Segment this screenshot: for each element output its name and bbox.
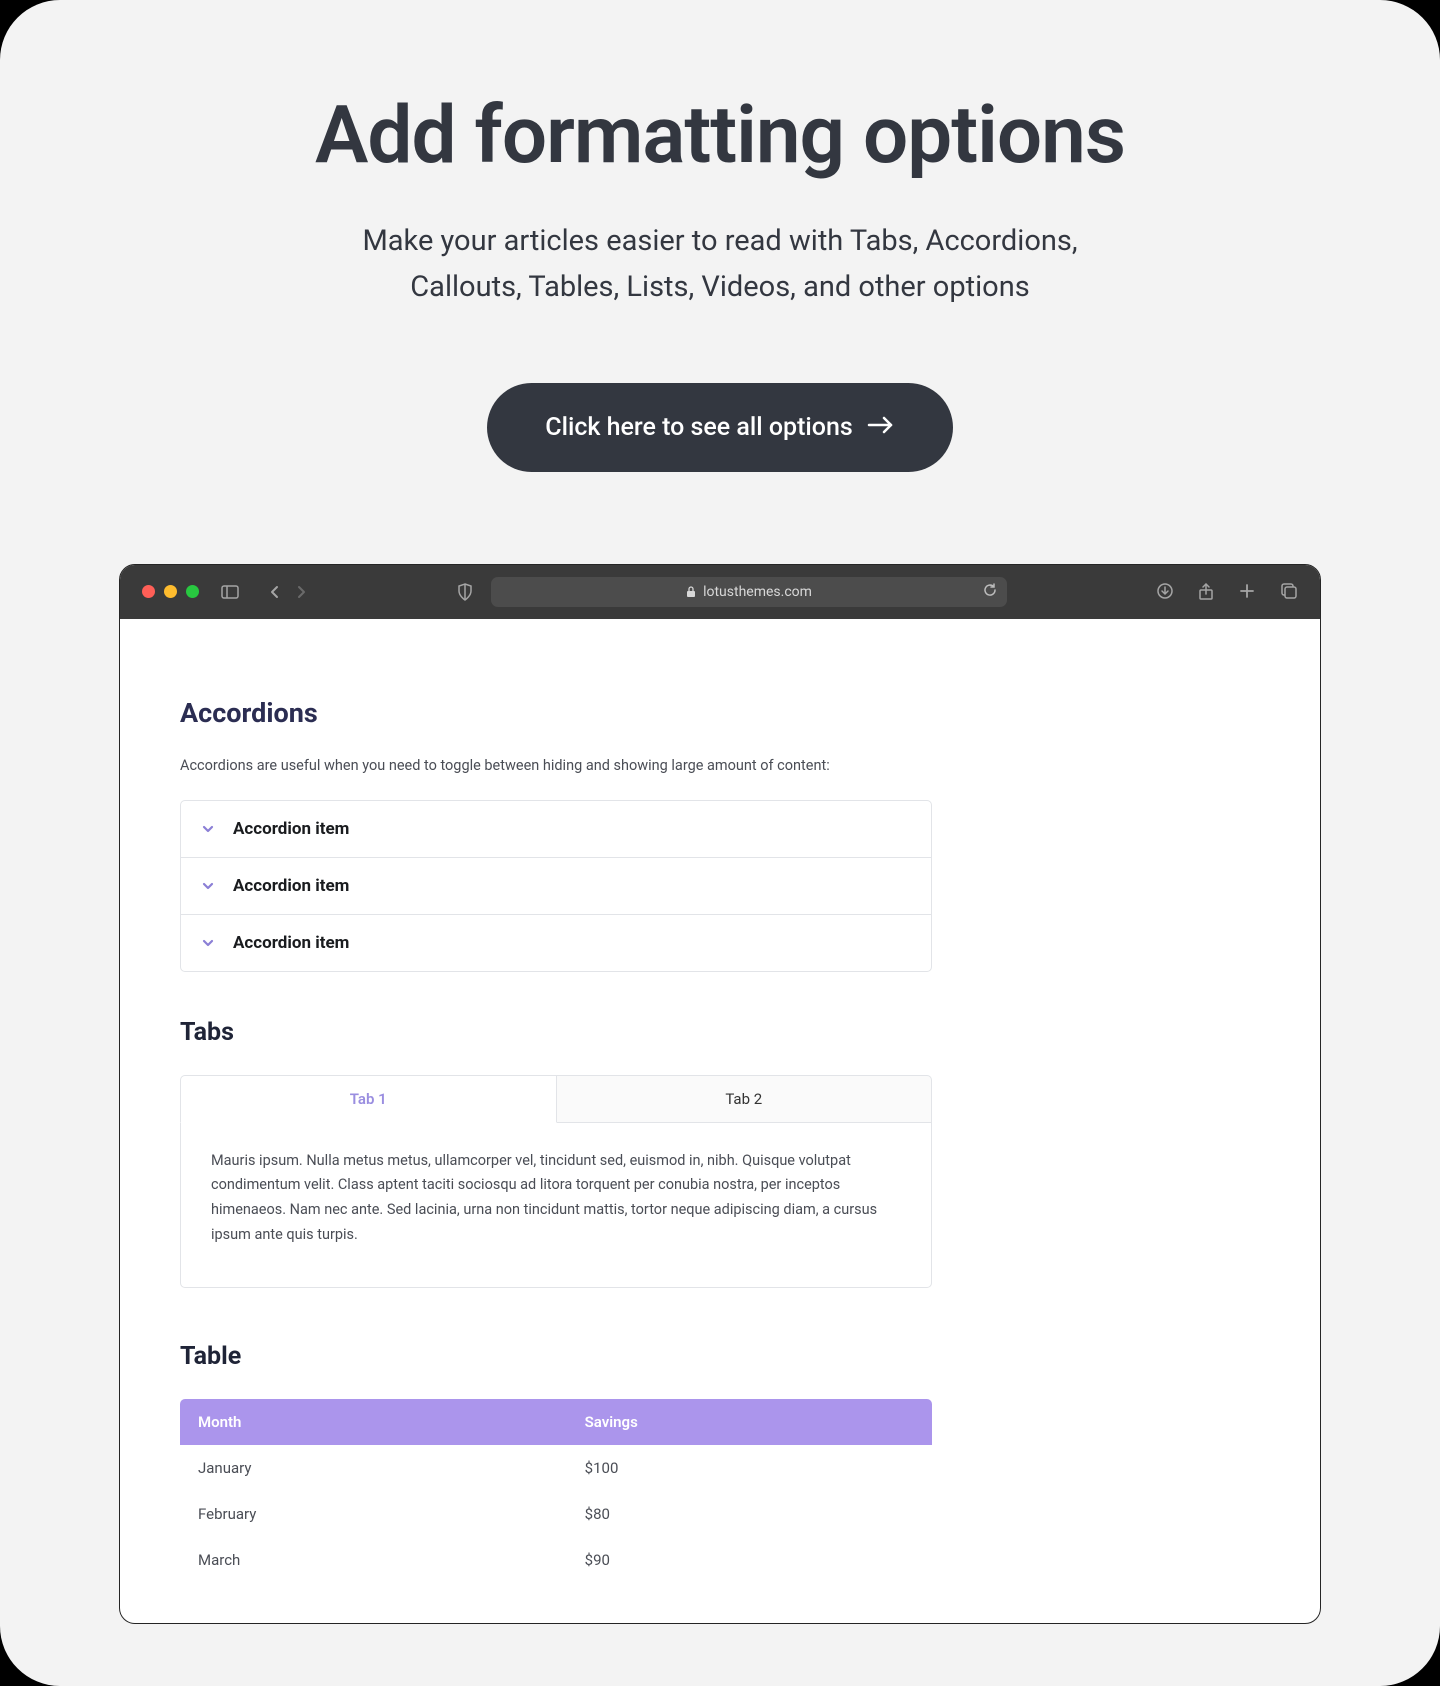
- arrow-right-icon: [867, 413, 895, 442]
- privacy-shield-icon[interactable]: [457, 583, 473, 601]
- tab-2[interactable]: Tab 2: [557, 1075, 933, 1123]
- accordion-item-label: Accordion item: [233, 876, 349, 896]
- accordion-list: Accordion item Accordion item Accordion …: [180, 800, 932, 972]
- data-table: Month Savings January $100 February $80 …: [180, 1399, 932, 1583]
- lock-icon: [686, 586, 696, 598]
- accordions-description: Accordions are useful when you need to t…: [180, 757, 1260, 774]
- browser-toolbar: lotusthemes.com: [120, 565, 1320, 619]
- accordion-item[interactable]: Accordion item: [181, 801, 931, 857]
- table-cell: January: [180, 1445, 567, 1491]
- accordion-item[interactable]: Accordion item: [181, 914, 931, 971]
- share-icon[interactable]: [1199, 583, 1213, 601]
- table-cell: $100: [567, 1445, 932, 1491]
- cta-label: Click here to see all options: [545, 413, 853, 442]
- table-header-savings: Savings: [567, 1399, 932, 1445]
- downloads-icon[interactable]: [1157, 583, 1173, 601]
- table-cell: $80: [567, 1491, 932, 1537]
- maximize-window-icon[interactable]: [186, 585, 199, 598]
- tab-headers: Tab 1 Tab 2: [180, 1075, 932, 1123]
- close-window-icon[interactable]: [142, 585, 155, 598]
- forward-button-icon[interactable]: [297, 585, 307, 599]
- table-row: January $100: [180, 1445, 932, 1491]
- new-tab-icon[interactable]: [1239, 583, 1255, 601]
- minimize-window-icon[interactable]: [164, 585, 177, 598]
- tab-content: Mauris ipsum. Nulla metus metus, ullamco…: [180, 1123, 932, 1289]
- browser-window: lotusthemes.com A: [119, 564, 1321, 1625]
- table-header-month: Month: [180, 1399, 567, 1445]
- table-heading: Table: [180, 1342, 1260, 1371]
- table-cell: February: [180, 1491, 567, 1537]
- page-content: Accordions Accordions are useful when yo…: [120, 619, 1320, 1624]
- window-controls: [142, 585, 199, 598]
- table-cell: March: [180, 1537, 567, 1583]
- address-bar[interactable]: lotusthemes.com: [491, 577, 1007, 607]
- chevron-down-icon: [201, 824, 215, 834]
- accordion-item-label: Accordion item: [233, 933, 349, 953]
- tabs-overview-icon[interactable]: [1281, 583, 1298, 601]
- accordion-item[interactable]: Accordion item: [181, 857, 931, 914]
- reload-icon[interactable]: [983, 583, 997, 601]
- address-bar-url: lotusthemes.com: [703, 584, 812, 600]
- accordions-heading: Accordions: [180, 697, 1260, 729]
- accordion-item-label: Accordion item: [233, 819, 349, 839]
- chevron-down-icon: [201, 938, 215, 948]
- tabs-container: Tab 1 Tab 2 Mauris ipsum. Nulla metus me…: [180, 1075, 932, 1289]
- back-button-icon[interactable]: [269, 585, 279, 599]
- sidebar-toggle-icon[interactable]: [221, 585, 239, 599]
- cta-see-all-options[interactable]: Click here to see all options: [487, 383, 953, 472]
- tabs-heading: Tabs: [180, 1018, 1260, 1047]
- table-header-row: Month Savings: [180, 1399, 932, 1445]
- tab-1[interactable]: Tab 1: [180, 1075, 557, 1123]
- table-row: February $80: [180, 1491, 932, 1537]
- chevron-down-icon: [201, 881, 215, 891]
- hero-title: Add formatting options: [0, 88, 1440, 182]
- table-cell: $90: [567, 1537, 932, 1583]
- table-row: March $90: [180, 1537, 932, 1583]
- hero-subtitle: Make your articles easier to read with T…: [310, 218, 1130, 311]
